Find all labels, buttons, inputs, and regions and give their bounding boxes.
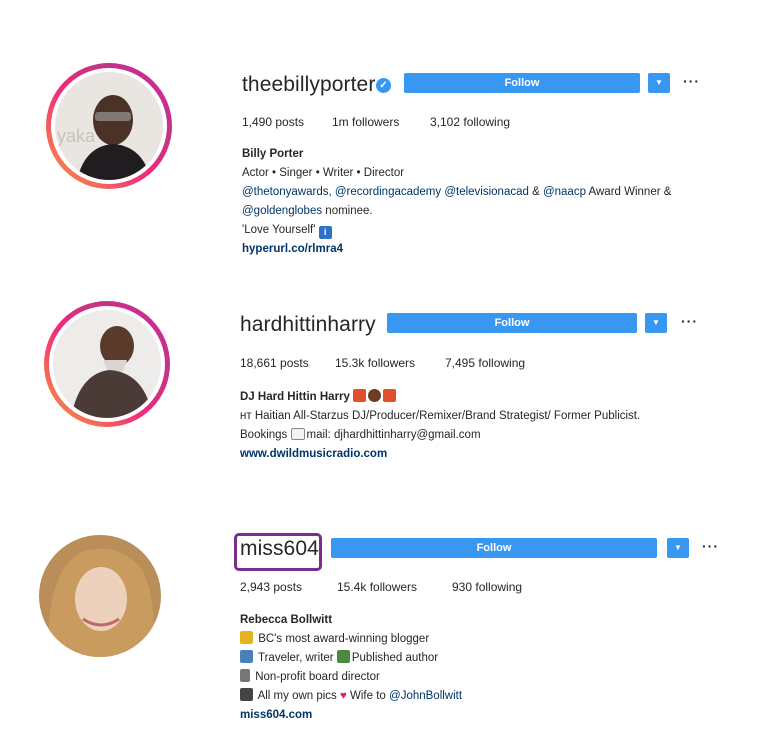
bio-line: BC's most award-winning blogger <box>240 630 462 649</box>
avatar <box>39 535 161 657</box>
full-name: Rebecca Bollwitt <box>240 614 333 626</box>
trophy-emoji-icon <box>240 631 253 644</box>
camera-emoji-icon <box>240 688 253 701</box>
profile-card-miss604: miss604 Follow ▼ ··· 2,943 posts 15.4k f… <box>0 0 768 750</box>
follow-button[interactable]: Follow <box>331 538 657 558</box>
chevron-down-icon[interactable]: ▼ <box>667 538 689 558</box>
bio-line: All my own pics ♥ Wife to @JohnBollwitt <box>240 687 462 706</box>
bio: Rebecca Bollwitt BC's most award-winning… <box>240 611 462 725</box>
bio-line: Traveler, writer Published author <box>240 649 462 668</box>
bio-line: Non-profit board director <box>240 668 462 687</box>
airplane-emoji-icon <box>240 650 253 663</box>
book-emoji-icon <box>336 650 350 663</box>
posts-count: 2,943 posts <box>240 580 303 594</box>
mention-link[interactable]: @JohnBollwitt <box>389 690 462 702</box>
avatar-no-ring[interactable] <box>37 533 163 659</box>
notebook-emoji-icon <box>240 669 250 682</box>
more-options-icon[interactable]: ··· <box>702 538 719 554</box>
following-count[interactable]: 930 following <box>452 580 522 594</box>
website-link[interactable]: miss604.com <box>240 706 462 725</box>
followers-count[interactable]: 15.4k followers <box>337 580 417 594</box>
heart-emoji-icon: ♥ <box>340 690 347 702</box>
username[interactable]: miss604 <box>240 537 319 561</box>
